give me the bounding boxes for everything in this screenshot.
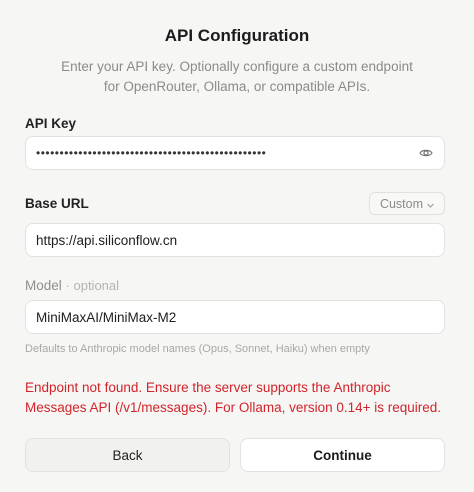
model-input[interactable] [36, 309, 434, 325]
error-line-1: Endpoint not found. Ensure the server su… [25, 380, 391, 395]
back-button[interactable]: Back [25, 438, 230, 472]
page-title: API Configuration [164, 26, 310, 45]
api-key-field[interactable]: ••••••••••••••••••••••••••••••••••••••••… [25, 136, 445, 170]
error-message: Endpoint not found. Ensure the server su… [25, 378, 455, 418]
chevron-down-icon [427, 197, 434, 211]
subtitle-line-2: for OpenRouter, Ollama, or compatible AP… [103, 79, 371, 94]
model-label: Model [25, 278, 62, 293]
model-field[interactable] [25, 300, 445, 334]
error-line-2: Messages API (/v1/messages). For Ollama,… [25, 400, 442, 415]
api-configuration-dialog: API Configuration Enter your API key. Op… [0, 0, 474, 492]
base-url-preset-select[interactable]: Custom [369, 192, 445, 215]
model-label-group: Model · optional [25, 278, 119, 293]
subtitle-line-1: Enter your API key. Optionally configure… [61, 59, 413, 74]
base-url-label: Base URL [25, 196, 89, 211]
preset-selected-value: Custom [379, 196, 424, 211]
model-optional-tag: · optional [65, 278, 120, 293]
base-url-field[interactable] [25, 223, 445, 257]
page-subtitle: Enter your API key. Optionally configure… [40, 57, 434, 97]
model-hint: Defaults to Anthropic model names (Opus,… [25, 343, 370, 355]
continue-button[interactable]: Continue [240, 438, 445, 472]
api-key-label: API Key [25, 116, 77, 131]
base-url-input[interactable] [36, 232, 434, 248]
eye-icon[interactable] [418, 145, 434, 161]
api-key-masked-value[interactable]: ••••••••••••••••••••••••••••••••••••••••… [36, 146, 418, 160]
